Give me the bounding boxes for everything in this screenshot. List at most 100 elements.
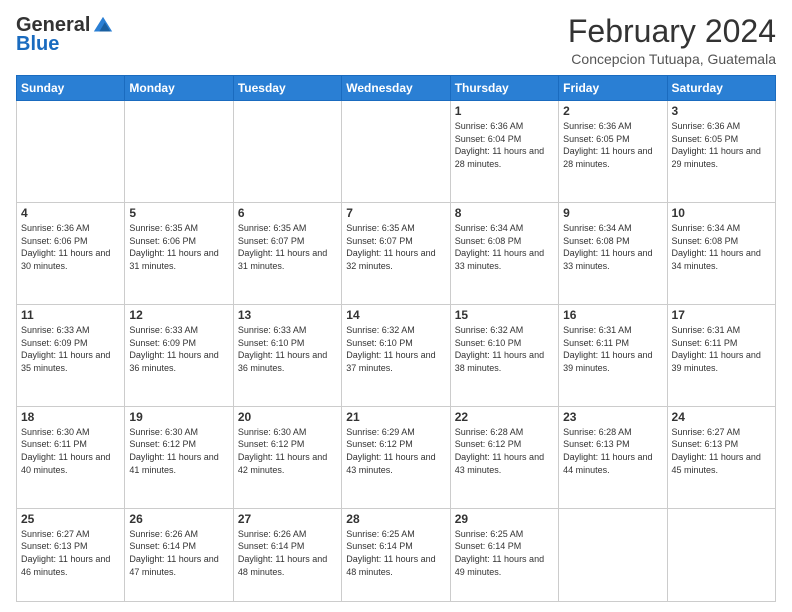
day-number: 17	[672, 308, 771, 322]
day-number: 14	[346, 308, 445, 322]
day-number: 2	[563, 104, 662, 118]
calendar-cell: 1 Sunrise: 6:36 AM Sunset: 6:04 PM Daylig…	[450, 101, 558, 203]
day-info: Sunrise: 6:27 AM Sunset: 6:13 PM Dayligh…	[672, 426, 771, 476]
week-row-1: 4 Sunrise: 6:36 AM Sunset: 6:06 PM Daylig…	[17, 203, 776, 305]
day-number: 22	[455, 410, 554, 424]
day-info: Sunrise: 6:30 AM Sunset: 6:12 PM Dayligh…	[129, 426, 228, 476]
calendar-cell: 11 Sunrise: 6:33 AM Sunset: 6:09 PM Dayli…	[17, 304, 125, 406]
logo: General Blue	[16, 14, 114, 56]
day-number: 9	[563, 206, 662, 220]
week-row-0: 1 Sunrise: 6:36 AM Sunset: 6:04 PM Daylig…	[17, 101, 776, 203]
weekday-header-tuesday: Tuesday	[233, 76, 341, 101]
calendar-cell: 18Sunrise: 6:30 AM Sunset: 6:11 PM Dayli…	[17, 406, 125, 508]
calendar-cell: 6 Sunrise: 6:35 AM Sunset: 6:07 PM Daylig…	[233, 203, 341, 305]
day-info: Sunrise: 6:29 AM Sunset: 6:12 PM Dayligh…	[346, 426, 445, 476]
calendar-cell: 26 Sunrise: 6:26 AM Sunset: 6:14 PM Dayli…	[125, 508, 233, 601]
calendar-table: SundayMondayTuesdayWednesdayThursdayFrid…	[16, 75, 776, 602]
calendar-cell: 7Sunrise: 6:35 AM Sunset: 6:07 PM Daylig…	[342, 203, 450, 305]
day-info: Sunrise: 6:25 AM Sunset: 6:14 PM Dayligh…	[346, 528, 445, 578]
weekday-header-wednesday: Wednesday	[342, 76, 450, 101]
title-area: February 2024 Concepcion Tutuapa, Guatem…	[568, 14, 776, 67]
day-number: 1	[455, 104, 554, 118]
calendar-cell: 3 Sunrise: 6:36 AM Sunset: 6:05 PM Daylig…	[667, 101, 775, 203]
day-number: 26	[129, 512, 228, 526]
day-info: Sunrise: 6:25 AM Sunset: 6:14 PM Dayligh…	[455, 528, 554, 578]
calendar-cell	[233, 101, 341, 203]
day-info: Sunrise: 6:33 AM Sunset: 6:09 PM Dayligh…	[129, 324, 228, 374]
page: General Blue February 2024 Concepcion Tu…	[0, 0, 792, 612]
day-info: Sunrise: 6:28 AM Sunset: 6:12 PM Dayligh…	[455, 426, 554, 476]
calendar-cell: 10 Sunrise: 6:34 AM Sunset: 6:08 PM Dayli…	[667, 203, 775, 305]
day-info: Sunrise: 6:30 AM Sunset: 6:12 PM Dayligh…	[238, 426, 337, 476]
weekday-header-friday: Friday	[559, 76, 667, 101]
weekday-header-row: SundayMondayTuesdayWednesdayThursdayFrid…	[17, 76, 776, 101]
day-number: 21	[346, 410, 445, 424]
calendar-cell: 2 Sunrise: 6:36 AM Sunset: 6:05 PM Daylig…	[559, 101, 667, 203]
day-info: Sunrise: 6:26 AM Sunset: 6:14 PM Dayligh…	[238, 528, 337, 578]
calendar-cell: 20 Sunrise: 6:30 AM Sunset: 6:12 PM Dayli…	[233, 406, 341, 508]
calendar-cell: 27 Sunrise: 6:26 AM Sunset: 6:14 PM Dayli…	[233, 508, 341, 601]
calendar-cell: 14 Sunrise: 6:32 AM Sunset: 6:10 PM Dayli…	[342, 304, 450, 406]
calendar-cell: 19 Sunrise: 6:30 AM Sunset: 6:12 PM Dayli…	[125, 406, 233, 508]
calendar-cell: 4 Sunrise: 6:36 AM Sunset: 6:06 PM Daylig…	[17, 203, 125, 305]
week-row-2: 11 Sunrise: 6:33 AM Sunset: 6:09 PM Dayli…	[17, 304, 776, 406]
day-info: Sunrise: 6:35 AM Sunset: 6:07 PM Dayligh…	[238, 222, 337, 272]
day-number: 28	[346, 512, 445, 526]
day-number: 23	[563, 410, 662, 424]
day-number: 4	[21, 206, 120, 220]
day-number: 15	[455, 308, 554, 322]
day-number: 20	[238, 410, 337, 424]
calendar-cell: 13Sunrise: 6:33 AM Sunset: 6:10 PM Dayli…	[233, 304, 341, 406]
weekday-header-sunday: Sunday	[17, 76, 125, 101]
day-number: 7	[346, 206, 445, 220]
day-info: Sunrise: 6:36 AM Sunset: 6:06 PM Dayligh…	[21, 222, 120, 272]
calendar-cell	[125, 101, 233, 203]
calendar-cell: 22 Sunrise: 6:28 AM Sunset: 6:12 PM Dayli…	[450, 406, 558, 508]
weekday-header-monday: Monday	[125, 76, 233, 101]
day-number: 27	[238, 512, 337, 526]
day-number: 5	[129, 206, 228, 220]
calendar-cell	[17, 101, 125, 203]
weekday-header-thursday: Thursday	[450, 76, 558, 101]
day-info: Sunrise: 6:34 AM Sunset: 6:08 PM Dayligh…	[455, 222, 554, 272]
calendar-cell: 29Sunrise: 6:25 AM Sunset: 6:14 PM Dayli…	[450, 508, 558, 601]
calendar-cell: 24Sunrise: 6:27 AM Sunset: 6:13 PM Dayli…	[667, 406, 775, 508]
day-number: 6	[238, 206, 337, 220]
day-info: Sunrise: 6:27 AM Sunset: 6:13 PM Dayligh…	[21, 528, 120, 578]
day-info: Sunrise: 6:28 AM Sunset: 6:13 PM Dayligh…	[563, 426, 662, 476]
calendar-cell: 23 Sunrise: 6:28 AM Sunset: 6:13 PM Dayli…	[559, 406, 667, 508]
calendar-cell	[559, 508, 667, 601]
calendar-cell	[342, 101, 450, 203]
weekday-header-saturday: Saturday	[667, 76, 775, 101]
header: General Blue February 2024 Concepcion Tu…	[16, 14, 776, 67]
logo-icon	[92, 15, 114, 37]
day-info: Sunrise: 6:34 AM Sunset: 6:08 PM Dayligh…	[672, 222, 771, 272]
day-info: Sunrise: 6:34 AM Sunset: 6:08 PM Dayligh…	[563, 222, 662, 272]
calendar-cell: 17Sunrise: 6:31 AM Sunset: 6:11 PM Dayli…	[667, 304, 775, 406]
day-info: Sunrise: 6:36 AM Sunset: 6:05 PM Dayligh…	[672, 120, 771, 170]
day-number: 3	[672, 104, 771, 118]
week-row-3: 18Sunrise: 6:30 AM Sunset: 6:11 PM Dayli…	[17, 406, 776, 508]
calendar-cell: 8Sunrise: 6:34 AM Sunset: 6:08 PM Daylig…	[450, 203, 558, 305]
calendar-cell: 12 Sunrise: 6:33 AM Sunset: 6:09 PM Dayli…	[125, 304, 233, 406]
day-number: 19	[129, 410, 228, 424]
day-number: 18	[21, 410, 120, 424]
day-number: 12	[129, 308, 228, 322]
day-info: Sunrise: 6:32 AM Sunset: 6:10 PM Dayligh…	[346, 324, 445, 374]
calendar-cell: 9 Sunrise: 6:34 AM Sunset: 6:08 PM Daylig…	[559, 203, 667, 305]
main-title: February 2024	[568, 14, 776, 49]
day-info: Sunrise: 6:32 AM Sunset: 6:10 PM Dayligh…	[455, 324, 554, 374]
day-info: Sunrise: 6:26 AM Sunset: 6:14 PM Dayligh…	[129, 528, 228, 578]
day-info: Sunrise: 6:33 AM Sunset: 6:10 PM Dayligh…	[238, 324, 337, 374]
day-info: Sunrise: 6:33 AM Sunset: 6:09 PM Dayligh…	[21, 324, 120, 374]
day-number: 11	[21, 308, 120, 322]
calendar-cell: 25 Sunrise: 6:27 AM Sunset: 6:13 PM Dayli…	[17, 508, 125, 601]
day-number: 25	[21, 512, 120, 526]
day-info: Sunrise: 6:36 AM Sunset: 6:05 PM Dayligh…	[563, 120, 662, 170]
day-info: Sunrise: 6:35 AM Sunset: 6:06 PM Dayligh…	[129, 222, 228, 272]
day-info: Sunrise: 6:36 AM Sunset: 6:04 PM Dayligh…	[455, 120, 554, 170]
calendar-cell: 21 Sunrise: 6:29 AM Sunset: 6:12 PM Dayli…	[342, 406, 450, 508]
day-number: 10	[672, 206, 771, 220]
calendar-cell: 28 Sunrise: 6:25 AM Sunset: 6:14 PM Dayli…	[342, 508, 450, 601]
subtitle: Concepcion Tutuapa, Guatemala	[568, 51, 776, 67]
